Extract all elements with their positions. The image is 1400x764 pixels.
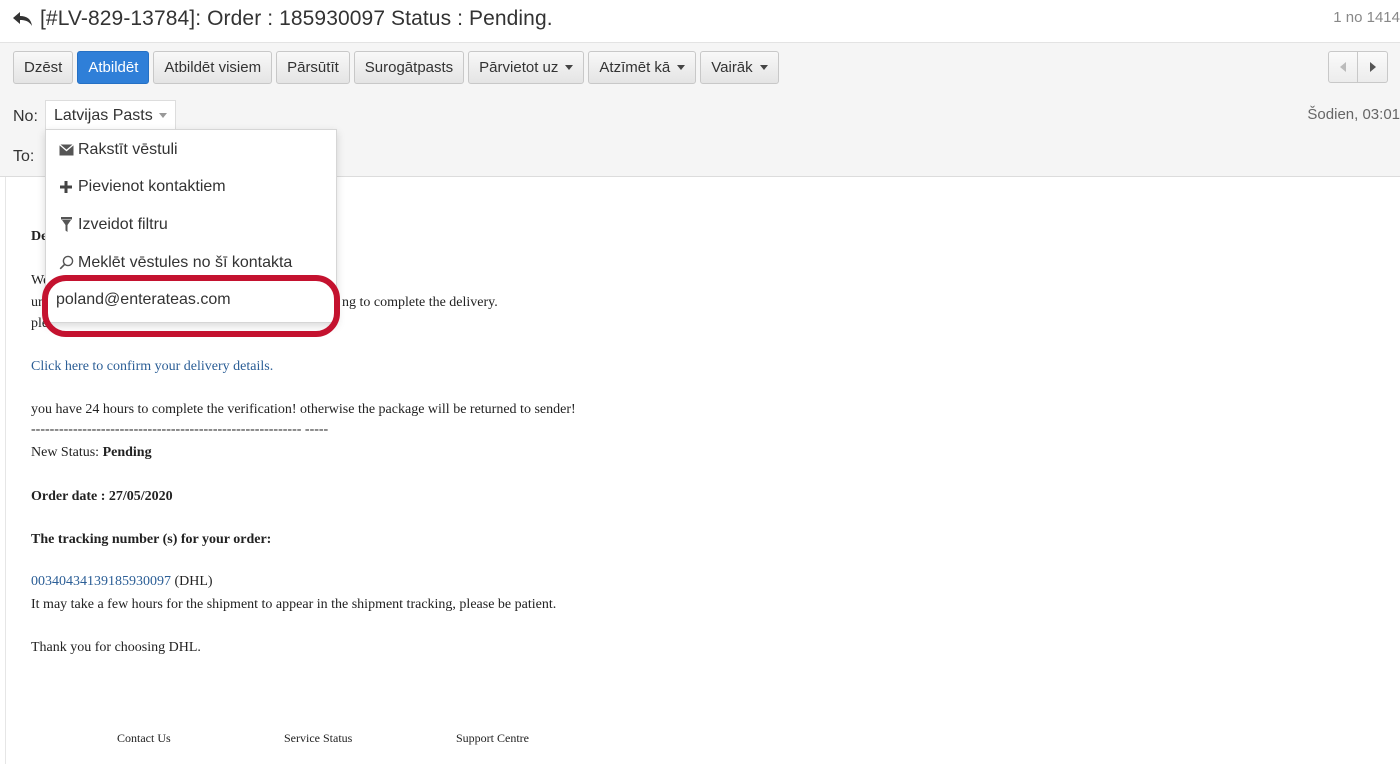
warning-text: you have 24 hours to complete the verifi…	[31, 402, 576, 417]
tracking-heading: The tracking number (s) for your order:	[31, 532, 272, 547]
message-navigation	[1328, 51, 1388, 83]
search-icon	[58, 255, 74, 271]
move-to-dropdown[interactable]: Pārvietot uz	[468, 51, 585, 84]
to-label: To:	[13, 148, 35, 165]
delete-button[interactable]: Dzēst	[13, 51, 74, 84]
more-dropdown[interactable]: Vairāk	[700, 51, 779, 84]
tracking-note: It may take a few hours for the shipment…	[31, 597, 557, 612]
footer-link-service-status[interactable]: Service Status	[284, 731, 352, 746]
chevron-down-icon	[677, 65, 686, 70]
thanks-text: Thank you for choosing DHL.	[31, 640, 201, 655]
spam-button[interactable]: Surogātpasts	[353, 51, 465, 84]
tracking-number-link[interactable]: 00340434139185930097	[31, 574, 171, 589]
message-counter: 1 no 1414	[1333, 9, 1400, 26]
previous-message-button[interactable]	[1328, 51, 1358, 83]
mark-as-dropdown[interactable]: Atzīmēt kā	[588, 51, 697, 84]
move-to-label: Pārvietot uz	[479, 59, 559, 76]
chevron-down-icon	[158, 113, 167, 118]
next-message-button[interactable]	[1358, 51, 1388, 83]
menu-item-add-contact[interactable]: Pievienot kontaktiem	[46, 168, 336, 205]
forward-button[interactable]: Pārsūtīt	[276, 51, 350, 84]
status-label: New Status:	[31, 445, 100, 460]
order-date: Order date : 27/05/2020	[31, 489, 173, 504]
message-date: Šodien, 03:01	[1307, 106, 1400, 123]
from-label: No:	[13, 108, 38, 125]
chevron-left-icon	[1340, 62, 1346, 72]
menu-item-label: Izveidot filtru	[78, 215, 168, 233]
subject-row: [#LV-829-13784]: Order : 185930097 Statu…	[10, 4, 553, 34]
menu-item-label: Meklēt vēstules no šī kontakta	[78, 253, 293, 271]
sender-name: Latvijas Pasts	[54, 106, 153, 124]
divider-text: ----------------------------------------…	[31, 422, 329, 437]
footer-link-support[interactable]: Support Centre	[456, 731, 529, 746]
mark-as-label: Atzīmēt kā	[599, 59, 671, 76]
reply-all-button[interactable]: Atbildēt visiem	[153, 51, 273, 84]
confirm-delivery-link[interactable]: Click here to confirm your delivery deta…	[31, 359, 273, 375]
tracking-line: 00340434139185930097 (DHL)	[31, 574, 213, 590]
menu-item-create-filter[interactable]: Izveidot filtru	[46, 206, 336, 243]
filter-icon	[58, 217, 74, 233]
chevron-down-icon	[759, 65, 768, 70]
body-line: ng to complete the delivery.	[342, 295, 498, 310]
menu-item-label: Pievienot kontaktiem	[78, 177, 226, 195]
carrier-name: (DHL)	[174, 574, 213, 589]
chevron-right-icon	[1369, 62, 1376, 72]
status-line: New Status: Pending	[31, 445, 152, 461]
plus-icon	[58, 179, 74, 195]
menu-item-label: Rakstīt vēstuli	[78, 140, 178, 158]
message-toolbar: Dzēst Atbildēt Atbildēt visiem Pārsūtīt …	[13, 51, 779, 84]
more-label: Vairāk	[711, 59, 753, 76]
reply-button[interactable]: Atbildēt	[77, 51, 150, 84]
highlight-ring	[42, 275, 340, 337]
reply-arrow-icon	[13, 12, 32, 26]
sender-button[interactable]: Latvijas Pasts	[45, 100, 176, 130]
footer-link-contact[interactable]: Contact Us	[117, 731, 171, 746]
message-subject: [#LV-829-13784]: Order : 185930097 Statu…	[40, 7, 553, 30]
status-value: Pending	[102, 445, 152, 460]
menu-item-compose[interactable]: Rakstīt vēstuli	[46, 131, 336, 168]
chevron-down-icon	[565, 65, 574, 70]
envelope-icon	[58, 142, 74, 158]
